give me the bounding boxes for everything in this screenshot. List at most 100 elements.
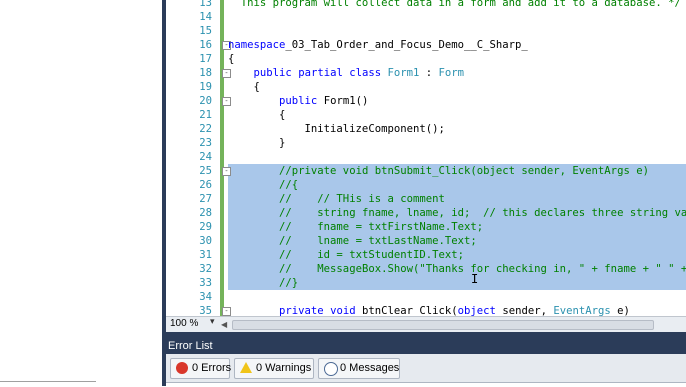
code-line[interactable]: 31 // id = txtStudentID.Text; [166, 248, 686, 262]
code-token: sender, [495, 305, 554, 316]
code-token: InitializeComponent(); [228, 123, 445, 135]
code-line[interactable]: 28 // string fname, lname, id; // this d… [166, 206, 686, 220]
code-text: private void btnClear_Click(object sende… [228, 304, 630, 316]
code-token: private [279, 305, 324, 316]
code-token: //private void btnSubmit_Click(object se… [279, 165, 649, 177]
horizontal-scrollbar-thumb[interactable] [232, 320, 654, 330]
line-number: 25 [199, 165, 212, 177]
code-token: // fname = txtFirstName.Text; [279, 221, 484, 233]
line-number: 24 [199, 151, 212, 163]
line-number: 18 [199, 67, 212, 79]
line-number: 13 [199, 0, 212, 9]
code-line[interactable]: 19 { [166, 80, 686, 94]
code-text: { [228, 80, 260, 94]
code-text: // string fname, lname, id; // this decl… [228, 206, 686, 220]
code-token: Form1() [317, 95, 369, 107]
code-line[interactable]: 30 // lname = txtLastName.Text; [166, 234, 686, 248]
code-token: Form [438, 67, 465, 79]
info-icon [324, 362, 338, 376]
line-number: 15 [199, 25, 212, 37]
code-line[interactable]: 35- private void btnClear_Click(object s… [166, 304, 686, 316]
code-text: { [228, 108, 285, 122]
code-line[interactable]: 25- //private void btnSubmit_Click(objec… [166, 164, 686, 178]
code-token: { [228, 109, 286, 121]
warnings-filter-button[interactable]: 0 Warnings [234, 358, 314, 379]
code-line[interactable]: 13 This program will collect data in a f… [166, 0, 686, 10]
scroll-left-icon[interactable]: ◀ [221, 320, 227, 329]
divider [0, 381, 96, 382]
error-list-grid [166, 382, 686, 387]
line-number: 23 [199, 137, 212, 149]
code-text: InitializeComponent(); [228, 122, 445, 136]
left-page-area [0, 0, 162, 386]
errors-filter-button[interactable]: 0 Errors [170, 358, 231, 379]
code-token: } [228, 137, 286, 149]
code-line[interactable]: 18- public partial class Form1 : Form [166, 66, 686, 80]
code-text: public partial class Form1 : Form [228, 66, 465, 80]
code-token: public [279, 95, 318, 107]
code-line[interactable]: 22 InitializeComponent(); [166, 122, 686, 136]
line-number: 21 [199, 109, 212, 121]
line-number: 27 [199, 193, 212, 205]
code-line[interactable]: 26 //{ [166, 178, 686, 192]
zoom-level[interactable]: 100 % [170, 318, 198, 329]
code-text: // MessageBox.Show("Thanks for checking … [228, 262, 686, 276]
line-number: 19 [199, 81, 212, 93]
code-token: // MessageBox.Show("Thanks for checking … [279, 263, 686, 275]
line-number: 20 [199, 95, 212, 107]
code-line[interactable]: 21 { [166, 108, 686, 122]
line-number: 31 [199, 249, 212, 261]
line-number: 16 [199, 39, 212, 51]
code-line[interactable]: 14 [166, 10, 686, 24]
code-token: EventArgs [553, 305, 611, 316]
code-token: // id = txtStudentID.Text; [279, 249, 464, 261]
code-token: { [228, 53, 235, 65]
warning-icon [240, 362, 252, 373]
code-token: namespace [228, 39, 286, 51]
code-token: // // THis is a comment [279, 193, 445, 205]
code-text: // // THis is a comment [228, 192, 445, 206]
code-line[interactable]: 23 } [166, 136, 686, 150]
code-line[interactable]: 24 [166, 150, 686, 164]
code-token: // lname = txtLastName.Text; [279, 235, 477, 247]
code-token: class [349, 67, 382, 79]
code-text: public Form1() [228, 94, 368, 108]
code-token: btnClear_Click( [355, 305, 458, 316]
messages-filter-button[interactable]: 0 Messages [318, 358, 400, 379]
code-token: { [228, 81, 260, 93]
line-number: 28 [199, 207, 212, 219]
zoom-dropdown-icon[interactable]: ▾ [210, 317, 215, 327]
code-line[interactable]: 34 [166, 290, 686, 304]
code-token: public [253, 67, 292, 79]
code-line[interactable]: 29 // fname = txtFirstName.Text; [166, 220, 686, 234]
code-line[interactable]: 32 // MessageBox.Show("Thanks for checki… [166, 262, 686, 276]
code-line[interactable]: 33 //} [166, 276, 686, 290]
code-token: object [457, 305, 496, 316]
code-line[interactable]: 15 [166, 24, 686, 38]
code-line[interactable]: 16- namespace_03_Tab_Order_and_Focus_Demo… [166, 38, 686, 52]
line-number: 22 [199, 123, 212, 135]
line-number: 32 [199, 263, 212, 275]
line-number: 29 [199, 221, 212, 233]
code-line[interactable]: 20- public Form1() [166, 94, 686, 108]
code-token: //{ [279, 179, 299, 191]
code-editor[interactable]: 13 This program will collect data in a f… [166, 0, 686, 316]
error-list-panel: 0 Errors 0 Warnings 0 Messages [166, 354, 686, 387]
code-line[interactable]: 17 { [166, 52, 686, 66]
code-text: //{ [228, 178, 298, 192]
editor-status-strip: 100 % ▾ ◀ [166, 316, 686, 332]
code-text: //private void btnSubmit_Click(object se… [228, 164, 649, 178]
code-line[interactable]: 27 // // THis is a comment [166, 192, 686, 206]
code-text: // lname = txtLastName.Text; [228, 234, 477, 248]
code-text: //} [228, 276, 298, 290]
